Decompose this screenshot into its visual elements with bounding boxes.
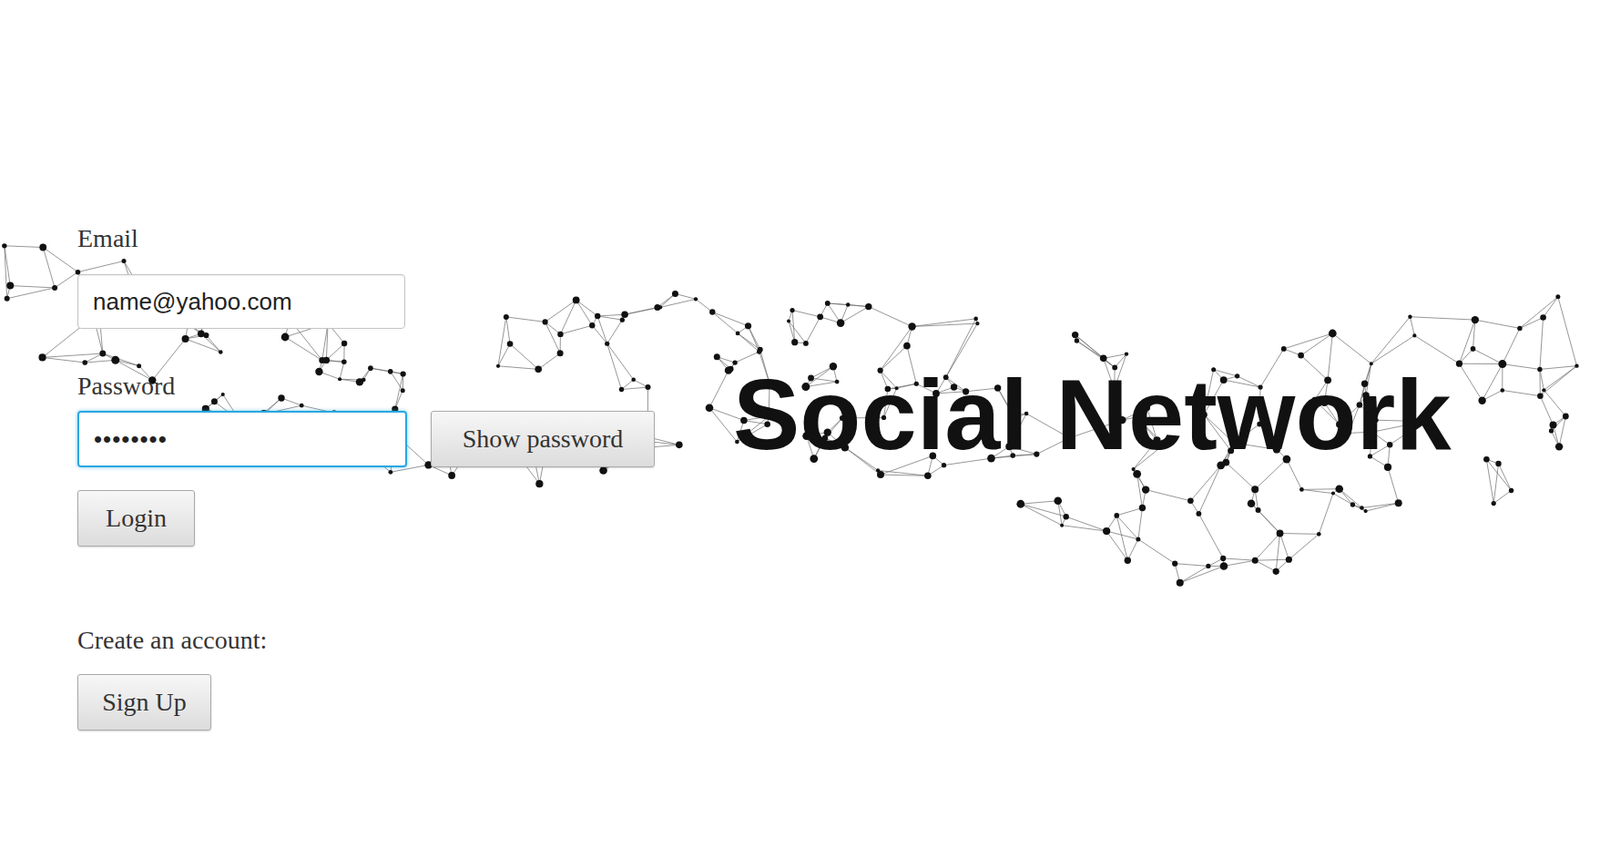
login-button[interactable]: Login [77,489,195,547]
email-input[interactable] [77,274,406,329]
create-account-label: Create an account: [73,624,271,656]
email-label: Email [73,223,143,255]
login-form: Email Password Show password Login Create an… [0,0,655,731]
password-row: Show password [77,410,655,468]
login-page: Email Password Show password Login Create an… [0,0,1600,731]
password-label: Password [73,370,179,402]
sign-up-button[interactable]: Sign Up [77,673,212,731]
show-password-button[interactable]: Show password [430,410,655,468]
site-title: Social Network [733,364,1452,465]
password-input[interactable] [77,410,408,468]
